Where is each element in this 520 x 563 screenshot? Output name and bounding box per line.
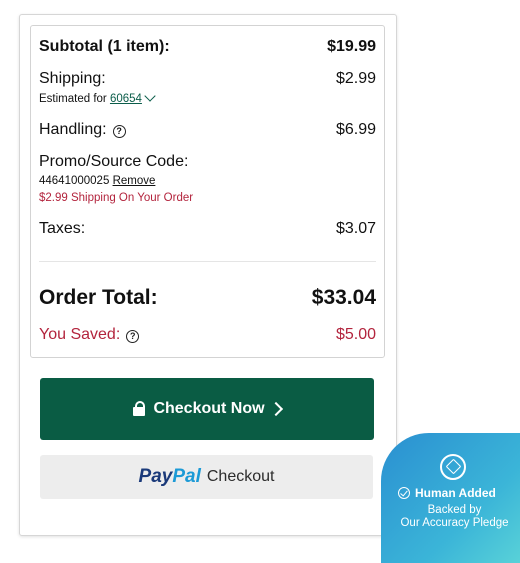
accuracy-pledge-badge[interactable]: Human Added Backed by Our Accuracy Pledg… bbox=[381, 433, 520, 563]
paypal-logo: PayPal bbox=[138, 466, 201, 487]
paypal-checkout-button[interactable]: PayPal Checkout bbox=[40, 455, 373, 499]
checkout-now-button[interactable]: Checkout Now bbox=[40, 378, 374, 440]
order-total-label: Order Total: bbox=[39, 286, 158, 309]
checkout-label: Checkout Now bbox=[153, 400, 265, 417]
shipping-row: Shipping: $2.99 bbox=[39, 70, 376, 88]
taxes-row: Taxes: $3.07 bbox=[39, 220, 376, 238]
paypal-checkout-label: Checkout bbox=[206, 468, 275, 485]
saved-label-group: You Saved:? bbox=[39, 326, 140, 344]
taxes-value: $3.07 bbox=[335, 220, 376, 237]
check-circle-icon bbox=[398, 487, 410, 499]
human-added-row: Human Added bbox=[398, 486, 496, 500]
order-total-value: $33.04 bbox=[311, 286, 376, 309]
handling-label-group: Handling:? bbox=[39, 121, 126, 139]
handling-label: Handling: bbox=[39, 121, 107, 138]
lock-icon bbox=[133, 400, 146, 416]
subtotal-value: $19.99 bbox=[327, 38, 376, 55]
badge-line-2: Our Accuracy Pledge bbox=[400, 517, 509, 529]
promo-label: Promo/Source Code: bbox=[39, 153, 189, 170]
divider bbox=[39, 261, 376, 262]
help-icon[interactable]: ? bbox=[126, 329, 140, 343]
promo-code-line: 44641000025 Remove bbox=[39, 175, 155, 187]
promo-row: Promo/Source Code: bbox=[39, 153, 376, 171]
badge-line-1: Backed by bbox=[427, 504, 482, 516]
promo-remove-link[interactable]: Remove bbox=[113, 175, 156, 187]
you-saved-row: You Saved:? $5.00 bbox=[39, 326, 376, 344]
chevron-right-icon bbox=[268, 401, 283, 417]
subtotal-row: Subtotal (1 item): $19.99 bbox=[39, 38, 376, 56]
taxes-label: Taxes: bbox=[39, 220, 86, 237]
zip-code-link[interactable]: 60654 bbox=[110, 93, 142, 105]
shipping-label: Shipping: bbox=[39, 70, 106, 87]
saved-value: $5.00 bbox=[335, 326, 376, 343]
handling-value: $6.99 bbox=[335, 121, 376, 138]
promo-code: 44641000025 bbox=[39, 175, 110, 187]
handling-row: Handling:? $6.99 bbox=[39, 121, 376, 139]
shipping-estimate: Estimated for 60654 bbox=[39, 90, 156, 105]
badge-title: Human Added bbox=[415, 486, 496, 500]
saved-label: You Saved: bbox=[39, 326, 121, 343]
order-summary: Subtotal (1 item): $19.99 Shipping: $2.9… bbox=[30, 25, 385, 358]
estimated-for-label: Estimated for bbox=[39, 93, 107, 105]
home-icon bbox=[440, 454, 466, 480]
promo-message: $2.99 Shipping On Your Order bbox=[39, 192, 194, 204]
order-total-row: Order Total: $33.04 bbox=[39, 286, 376, 310]
help-icon[interactable]: ? bbox=[112, 124, 126, 138]
subtotal-label: Subtotal (1 item): bbox=[39, 38, 170, 55]
shipping-value: $2.99 bbox=[335, 70, 376, 87]
chevron-down-icon[interactable] bbox=[144, 90, 156, 102]
